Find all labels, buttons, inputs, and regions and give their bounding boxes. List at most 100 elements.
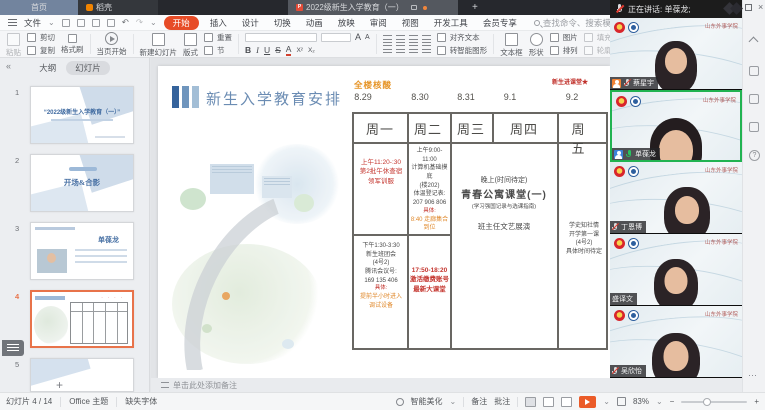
restore-window-icon[interactable]	[745, 4, 752, 11]
indent-decrease-icon[interactable]	[409, 35, 418, 43]
comments-toggle[interactable]: 批注	[494, 396, 510, 407]
copy-button[interactable]: 复制	[27, 45, 55, 56]
sync-icon[interactable]	[749, 66, 759, 76]
numbered-list-icon[interactable]	[396, 35, 405, 43]
save-icon[interactable]	[62, 19, 70, 27]
underline-button[interactable]: U	[264, 45, 270, 55]
quick-layout-button[interactable]	[2, 340, 24, 356]
slideshow-play-button[interactable]	[579, 396, 596, 408]
slide-thumbnail-4-selected[interactable]: · · · ·	[30, 290, 134, 348]
menu-tab-design[interactable]: 设计	[238, 16, 263, 30]
fit-window-icon[interactable]	[617, 397, 626, 406]
align-left-icon[interactable]	[383, 45, 392, 53]
slide-thumbnail-5[interactable]	[30, 358, 134, 392]
smart-graphic-button[interactable]: 转智能图形	[437, 45, 488, 56]
section-button[interactable]: 节	[204, 45, 232, 56]
slide-thumbnail-2[interactable]: 开场&合影	[30, 154, 134, 212]
justify-icon[interactable]	[422, 45, 431, 53]
zoom-in-button[interactable]: +	[754, 397, 759, 406]
menu-tab-view[interactable]: 视图	[398, 16, 423, 30]
menu-tab-devtools[interactable]: 开发工具	[430, 16, 472, 30]
fill-button[interactable]: 填充	[584, 32, 612, 43]
menu-tab-home[interactable]: 开始	[164, 16, 199, 30]
decrease-font-button[interactable]: A	[365, 34, 370, 41]
video-tile-5[interactable]: 山东外事学院 吴欣怡	[610, 306, 742, 378]
tab-docer[interactable]: 稻壳	[78, 0, 158, 15]
redo-icon[interactable]: ↷	[136, 17, 143, 28]
menu-tab-insert[interactable]: 插入	[206, 16, 231, 30]
arrange-button[interactable]: 排列	[550, 45, 578, 56]
paste-button[interactable]: 粘贴	[6, 30, 21, 58]
slide-thumbnail-1[interactable]: “2022级新生入学教育（一）”	[30, 86, 134, 144]
undo-icon[interactable]: ↶	[122, 17, 129, 28]
new-tab-button[interactable]: +	[472, 2, 478, 13]
zoom-out-button[interactable]: −	[670, 397, 675, 406]
align-center-icon[interactable]	[396, 45, 405, 53]
tab-outline[interactable]: 大纲	[39, 62, 56, 74]
share-icon[interactable]	[749, 94, 759, 104]
menu-tab-review[interactable]: 审阅	[366, 16, 391, 30]
indent-increase-icon[interactable]	[422, 35, 431, 43]
zoom-slider[interactable]	[681, 401, 747, 403]
strikethrough-button[interactable]: S	[275, 45, 281, 55]
reset-button[interactable]: 重置	[204, 32, 232, 43]
close-window-icon[interactable]: ×	[758, 2, 763, 12]
video-tile-2-speaking[interactable]: 山东外事学院 单葆龙	[610, 90, 742, 162]
beautify-button[interactable]: 智能美化	[411, 396, 443, 407]
shape-button[interactable]: 形状	[529, 30, 544, 58]
zoom-slider-knob[interactable]	[703, 398, 711, 406]
video-tile-4[interactable]: 山东外事学院 盛译文	[610, 234, 742, 306]
increase-font-button[interactable]: A	[355, 32, 361, 42]
file-menu-caret-icon[interactable]: ⌄	[48, 18, 55, 27]
notes-bar[interactable]: 单击此处添加备注	[151, 378, 765, 392]
missing-font-warning[interactable]: 缺失字体	[125, 396, 157, 407]
play-from-current-button[interactable]: 当页开始	[97, 32, 127, 57]
tab-document[interactable]: P 2022级新生入学教育（一）	[288, 0, 458, 15]
outline-button[interactable]: 轮廓	[584, 45, 612, 56]
export-icon[interactable]	[92, 19, 100, 27]
help-icon[interactable]: ?	[749, 150, 760, 161]
more-options-icon[interactable]: ⋯	[748, 370, 758, 381]
cut-button[interactable]: 剪切	[27, 32, 55, 43]
bullet-list-icon[interactable]	[383, 35, 392, 43]
command-search[interactable]: 查找命令、搜索模板	[534, 17, 620, 29]
new-slide-button[interactable]: 新建幻灯片	[140, 30, 178, 58]
text-box-button[interactable]: 文本框	[500, 30, 523, 58]
zoom-caret-icon[interactable]: ⌄	[656, 397, 663, 406]
font-name-select[interactable]	[245, 33, 317, 42]
menu-tab-transition[interactable]: 切换	[270, 16, 295, 30]
theme-name[interactable]: Office 主题	[69, 396, 108, 407]
meeting-header[interactable]: 正在讲话: 单葆龙;	[610, 0, 742, 18]
italic-button[interactable]: I	[256, 45, 259, 55]
preview-icon[interactable]	[107, 19, 115, 27]
video-tile-3[interactable]: 山东外事学院 丁恩博	[610, 162, 742, 234]
subscript-button[interactable]: X₂	[308, 47, 315, 54]
comment-bubble-icon[interactable]	[411, 5, 417, 10]
file-menu[interactable]: 文件	[24, 17, 41, 29]
layout-button[interactable]: 版式	[183, 30, 198, 58]
video-tile-1[interactable]: 山东外事学院 蔡星宇	[610, 18, 742, 90]
align-right-icon[interactable]	[409, 45, 418, 53]
notes-toggle[interactable]: 备注	[471, 396, 487, 407]
quickbar-caret-icon[interactable]: ⌄	[150, 18, 157, 27]
collapse-panel-icon[interactable]: «	[6, 61, 11, 71]
picture-button[interactable]: 图片	[550, 32, 578, 43]
beautify-caret-icon[interactable]: ⌄	[450, 397, 457, 406]
copy-panel-icon[interactable]	[749, 122, 759, 132]
tab-slides[interactable]: 幻灯片	[66, 61, 110, 75]
slide-4[interactable]: 新生入学教育安排 全楼核酸 新生进课堂★ 8.29 8.30 8.31 9.1	[158, 66, 610, 378]
normal-view-icon[interactable]	[525, 397, 536, 407]
tab-home[interactable]: 首页	[0, 0, 78, 15]
font-size-select[interactable]	[321, 33, 351, 42]
sorter-view-icon[interactable]	[543, 397, 554, 407]
print-icon[interactable]	[77, 19, 85, 27]
menu-tab-member[interactable]: 会员专享	[479, 16, 521, 30]
bold-button[interactable]: B	[245, 45, 251, 55]
menu-tab-animation[interactable]: 动画	[302, 16, 327, 30]
align-text-button[interactable]: 对齐文本	[437, 32, 488, 43]
zoom-level[interactable]: 83%	[633, 397, 649, 406]
slide-thumbnail-3[interactable]: 单葆龙	[30, 222, 134, 280]
menu-tab-slideshow[interactable]: 放映	[334, 16, 359, 30]
reading-view-icon[interactable]	[561, 397, 572, 407]
hamburger-icon[interactable]	[8, 19, 17, 26]
